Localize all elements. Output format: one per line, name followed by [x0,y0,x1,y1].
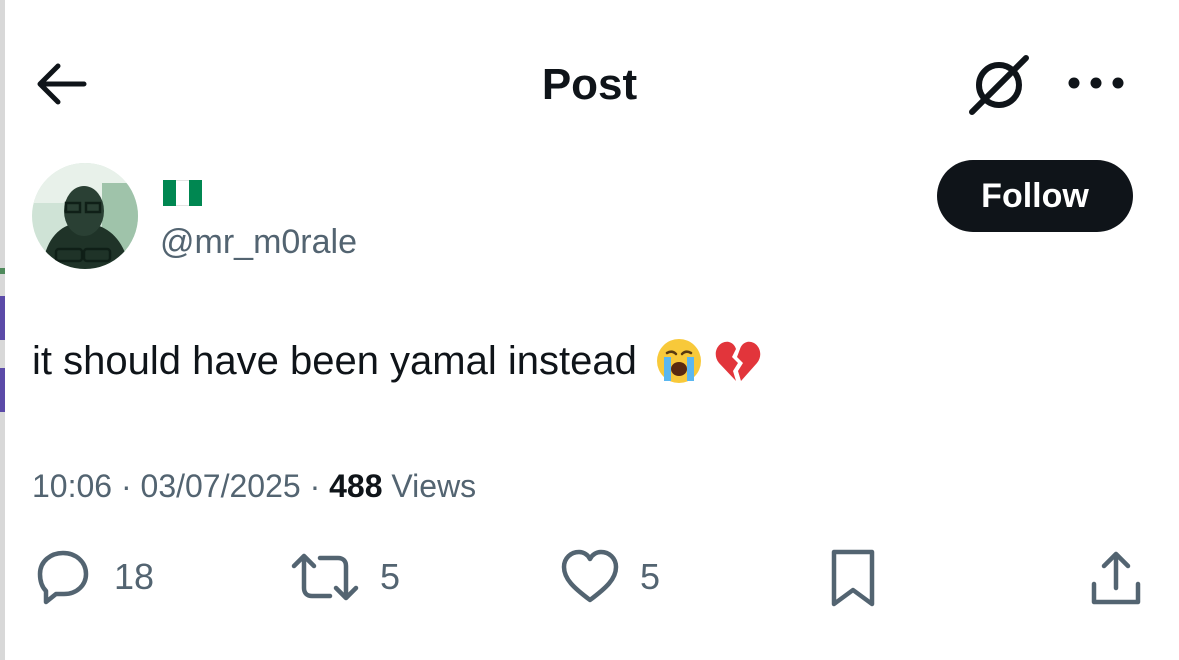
meta-separator: · [309,468,321,504]
repost-count: 5 [380,556,401,597]
post-date: 03/07/2025 [140,468,301,504]
views-count[interactable]: 488 [329,468,382,504]
post-meta: 10:06 · 03/07/2025 · 488 Views [32,466,476,506]
share-button[interactable] [1088,548,1144,608]
bookmark-icon [831,549,875,607]
screen-edge-mark [0,296,5,340]
avatar[interactable] [32,163,138,269]
screen-edge-mark [0,268,5,274]
post-time: 10:06 [32,468,113,504]
post-body: it should have been yamal instead [32,336,763,386]
reply-icon [37,550,89,605]
repost-button[interactable]: 5 [290,548,400,606]
follow-button[interactable]: Follow [937,160,1133,232]
action-bar: 18 5 5 [0,548,1179,612]
like-count: 5 [640,556,661,597]
top-bar: Post [0,40,1179,130]
views-label: Views [391,468,477,504]
like-button[interactable]: 5 [560,548,660,606]
heart-icon [561,549,619,603]
nigeria-flag-icon [163,180,202,206]
bookmark-button[interactable] [828,548,878,608]
reply-count: 18 [114,556,155,597]
post-text: it should have been yamal instead [32,339,637,383]
user-handle[interactable]: @mr_m0rale [160,222,357,262]
grok-icon[interactable] [966,52,1032,118]
screen-edge-mark [0,368,5,412]
repost-icon [291,553,359,601]
meta-separator: · [120,468,132,504]
more-horizontal-icon[interactable] [1066,68,1126,98]
share-icon [1091,551,1141,605]
reply-button[interactable]: 18 [32,548,154,606]
broken-heart-emoji [715,341,761,381]
loudly-crying-face-emoji [656,339,701,383]
